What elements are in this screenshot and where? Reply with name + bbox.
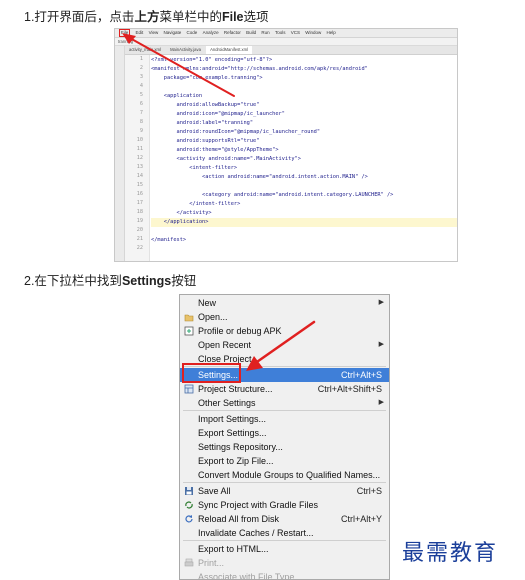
line-number: 19: [136, 218, 143, 224]
structure-icon: [184, 384, 194, 394]
code-line: </activity>: [151, 210, 212, 216]
menu-item-other-settings[interactable]: Other Settings ▶: [180, 396, 389, 410]
ide-menu-vcs[interactable]: VCS: [291, 29, 300, 37]
submenu-arrow-icon: ▶: [378, 341, 384, 348]
code-line: <activity android:name=".MainActivity">: [151, 156, 301, 162]
menu-item-new[interactable]: New ▶: [180, 296, 389, 310]
menu-separator: [183, 540, 386, 541]
menu-item-print[interactable]: Print...: [180, 556, 389, 570]
shortcut-label: Ctrl+Alt+S: [340, 370, 382, 380]
menu-item-export-zip[interactable]: Export to Zip File...: [180, 454, 389, 468]
line-number: 22: [136, 245, 143, 251]
line-number: 20: [136, 227, 143, 233]
menu-item-export-settings[interactable]: Export Settings...: [180, 426, 389, 440]
shortcut-label: Ctrl+Alt+Y: [340, 514, 382, 524]
code-line: </manifest>: [151, 237, 187, 243]
line-number: 8: [139, 119, 143, 125]
menu-item-project-structure[interactable]: Project Structure... Ctrl+Alt+Shift+S: [180, 382, 389, 396]
line-number: 11: [136, 146, 143, 152]
shortcut-label: Ctrl+Alt+Shift+S: [317, 384, 382, 394]
ide-menu-window[interactable]: Window: [305, 29, 321, 37]
step-1-caption: 1.打开界面后，点击上方菜单栏中的File选项: [24, 10, 269, 24]
line-number: 16: [136, 191, 143, 197]
print-icon: [184, 558, 194, 568]
line-number: 13: [136, 164, 143, 170]
line-number: 14: [136, 173, 143, 179]
menu-item-save-all[interactable]: Save All Ctrl+S: [180, 484, 389, 498]
code-line: android:label="tranning": [151, 120, 254, 126]
save-icon: [184, 486, 194, 496]
line-number: 18: [136, 209, 143, 215]
code-line: <intent-filter>: [151, 165, 238, 171]
menu-item-convert-module-groups[interactable]: Convert Module Groups to Qualified Names…: [180, 468, 389, 482]
line-number: 15: [136, 182, 143, 188]
code-line: android:icon="@mipmap/ic_launcher": [151, 111, 285, 117]
menu-item-invalidate-caches[interactable]: Invalidate Caches / Restart...: [180, 526, 389, 540]
line-number: 12: [136, 155, 143, 161]
shortcut-label: Ctrl+S: [356, 486, 382, 496]
submenu-arrow-icon: ▶: [378, 399, 384, 406]
watermark-logo: 最需教育: [402, 541, 499, 566]
ide-menu-tools[interactable]: Tools: [275, 29, 286, 37]
code-line: </intent-filter>: [151, 201, 241, 207]
submenu-arrow-icon: ▶: [378, 299, 384, 306]
menu-separator: [183, 482, 386, 483]
line-number: 7: [139, 110, 143, 116]
annotation-arrow-file: [122, 33, 235, 97]
menu-item-associate-file-type[interactable]: Associate with File Type...: [180, 570, 389, 579]
menu-item-reload-all[interactable]: Reload All from Disk Ctrl+Alt+Y: [180, 512, 389, 526]
code-line-current: </application>: [151, 218, 457, 227]
ide-menu-help[interactable]: Help: [327, 29, 336, 37]
menu-item-export-html[interactable]: Export to HTML...: [180, 542, 389, 556]
code-line: <action android:name="android.intent.act…: [151, 174, 368, 180]
line-number: 10: [136, 137, 143, 143]
menu-separator: [183, 410, 386, 411]
ide-menu-build[interactable]: Build: [246, 29, 256, 37]
reload-icon: [184, 514, 194, 524]
menu-item-import-settings[interactable]: Import Settings...: [180, 412, 389, 426]
menu-item-settings-repository[interactable]: Settings Repository...: [180, 440, 389, 454]
folder-icon: [184, 312, 194, 322]
code-line: android:roundIcon="@mipmap/ic_launcher_r…: [151, 129, 321, 135]
step-2-caption: 2.在下拉栏中找到Settings按钮: [24, 274, 197, 288]
code-line: <category android:name="android.intent.c…: [151, 192, 394, 198]
apk-icon: [184, 326, 194, 336]
code-line: android:theme="@style/AppTheme">: [151, 147, 279, 153]
menu-item-sync-gradle[interactable]: Sync Project with Gradle Files: [180, 498, 389, 512]
ide-menu-run[interactable]: Run: [261, 29, 269, 37]
sync-icon: [184, 500, 194, 510]
code-line: android:supportsRtl="true": [151, 138, 260, 144]
line-number: 9: [139, 128, 143, 134]
annotation-arrow-settings: [246, 320, 316, 371]
line-number: 21: [136, 236, 143, 242]
line-number: 17: [136, 200, 143, 206]
